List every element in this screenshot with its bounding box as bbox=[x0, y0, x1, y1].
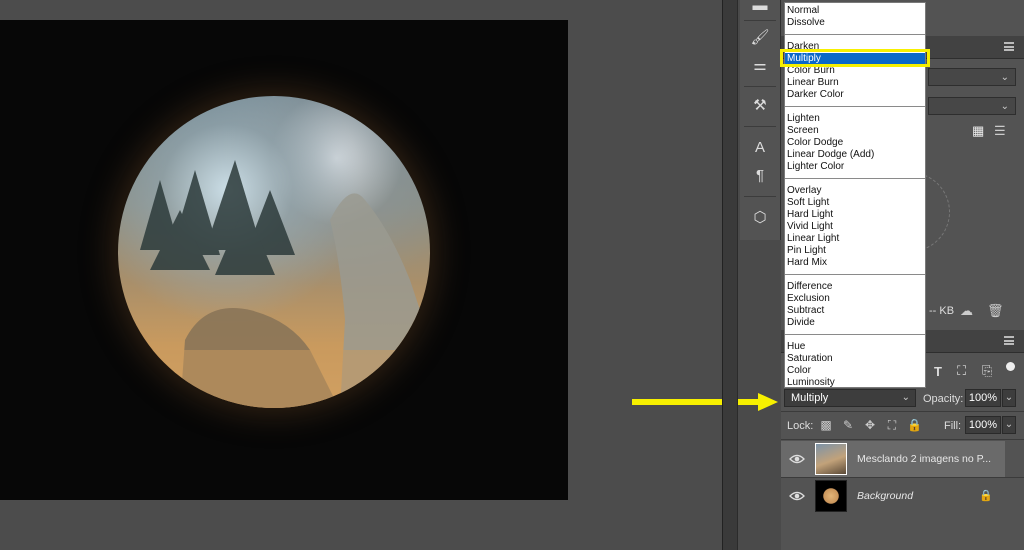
divider bbox=[781, 411, 1024, 412]
lock-transparent-icon[interactable]: ▩ bbox=[819, 418, 833, 432]
tool-preset-icon[interactable]: ⚌ bbox=[740, 54, 780, 78]
divider bbox=[781, 439, 1024, 440]
chevron-down-icon: ⌄ bbox=[901, 392, 910, 403]
blend-mode-option[interactable]: Lighten bbox=[785, 113, 925, 125]
blend-mode-select[interactable]: Multiply ⌄ bbox=[784, 389, 916, 407]
tool-separator bbox=[744, 20, 776, 21]
blend-mode-option[interactable]: Screen bbox=[785, 125, 925, 137]
layer-name[interactable]: Mesclando 2 imagens no P... bbox=[857, 453, 991, 465]
yellow-arrow-icon bbox=[632, 393, 778, 411]
lock-pixels-icon[interactable]: ✎ bbox=[841, 418, 855, 432]
layers-menu-icon[interactable] bbox=[1004, 336, 1014, 345]
blend-mode-option[interactable]: Pin Light bbox=[785, 245, 925, 257]
panel-divider[interactable] bbox=[722, 0, 738, 550]
chevron-down-icon: ⌄ bbox=[1000, 101, 1009, 112]
blend-mode-option[interactable]: Darker Color bbox=[785, 89, 925, 101]
panel-icon-strip: ▬ 🖌 ⚌ ⚒ A ¶ ⬡ bbox=[740, 0, 781, 240]
paragraph-icon[interactable]: ¶ bbox=[740, 164, 780, 188]
layers-panel-footer bbox=[781, 512, 1024, 550]
cloud-icon[interactable]: ☁ bbox=[960, 303, 973, 319]
panel-select[interactable]: ⌄ bbox=[928, 68, 1016, 86]
tool-separator bbox=[744, 86, 776, 87]
clone-source-icon[interactable]: ⚒ bbox=[740, 94, 780, 118]
shape-filter-icon[interactable]: ⛶ bbox=[957, 363, 966, 379]
blend-mode-option[interactable]: Vivid Light bbox=[785, 221, 925, 233]
lock-label: Lock: bbox=[787, 420, 814, 432]
opacity-label: Opacity: bbox=[923, 393, 964, 405]
lock-all-icon[interactable]: 🔒 bbox=[907, 418, 922, 432]
type-filter-icon[interactable]: T bbox=[934, 364, 942, 379]
tool-separator bbox=[744, 126, 776, 127]
blend-mode-option[interactable]: Divide bbox=[785, 317, 925, 329]
library-size-text: -- KB bbox=[929, 305, 955, 317]
menu-separator bbox=[785, 106, 925, 107]
wolves-artwork bbox=[118, 160, 430, 408]
blend-mode-option[interactable]: Hard Light bbox=[785, 209, 925, 221]
smart-object-filter-icon[interactable]: ⎘ bbox=[982, 363, 992, 379]
panel-menu-icon[interactable] bbox=[1004, 42, 1014, 51]
list-view-icon[interactable]: ☰ bbox=[994, 124, 1008, 138]
lock-position-icon[interactable]: ✥ bbox=[863, 418, 877, 432]
blend-mode-option[interactable]: Exclusion bbox=[785, 293, 925, 305]
blend-mode-option[interactable]: Dissolve bbox=[785, 17, 925, 29]
chevron-down-icon: ⌄ bbox=[1000, 72, 1009, 83]
opacity-dropdown-icon[interactable]: ⌄ bbox=[1002, 389, 1016, 407]
character-icon[interactable]: A bbox=[740, 136, 780, 160]
blend-mode-option[interactable]: Linear Light bbox=[785, 233, 925, 245]
layer-thumbnail bbox=[815, 443, 847, 475]
highlight-box bbox=[780, 49, 930, 67]
document-workspace bbox=[0, 0, 778, 550]
blend-mode-option[interactable]: Lighter Color bbox=[785, 161, 925, 173]
menu-separator bbox=[785, 178, 925, 179]
opacity-input[interactable]: 100% bbox=[965, 389, 1001, 407]
trash-icon[interactable]: 🗑 bbox=[987, 303, 1004, 319]
fill-input[interactable]: 100% bbox=[965, 416, 1001, 434]
panel-icon-top[interactable]: ▬ bbox=[740, 0, 780, 18]
grid-view-icon[interactable]: ▦ bbox=[972, 124, 986, 138]
blend-mode-option[interactable]: Linear Dodge (Add) bbox=[785, 149, 925, 161]
blend-mode-option[interactable]: Color bbox=[785, 365, 925, 377]
eye-icon[interactable] bbox=[789, 488, 805, 504]
tool-separator bbox=[744, 196, 776, 197]
fill-dropdown-icon[interactable]: ⌄ bbox=[1002, 416, 1016, 434]
layer-row[interactable]: Background 🔒 bbox=[781, 478, 1005, 514]
panel-select[interactable]: ⌄ bbox=[928, 97, 1016, 115]
lock-icon: 🔒 bbox=[979, 490, 993, 502]
menu-separator bbox=[785, 34, 925, 35]
eye-icon[interactable] bbox=[789, 451, 805, 467]
blend-mode-option[interactable]: Overlay bbox=[785, 185, 925, 197]
menu-separator bbox=[785, 334, 925, 335]
layer-name[interactable]: Background bbox=[857, 490, 913, 502]
3d-cube-icon[interactable]: ⬡ bbox=[740, 206, 780, 230]
blend-mode-option[interactable]: Difference bbox=[785, 281, 925, 293]
blend-mode-option[interactable]: Saturation bbox=[785, 353, 925, 365]
menu-separator bbox=[785, 274, 925, 275]
blend-mode-value: Multiply bbox=[791, 392, 829, 404]
canvas[interactable] bbox=[0, 20, 568, 500]
brush-preset-icon[interactable]: 🖌 bbox=[740, 26, 780, 50]
blend-mode-option[interactable]: Subtract bbox=[785, 305, 925, 317]
blend-mode-option[interactable]: Luminosity bbox=[785, 377, 925, 387]
blend-mode-option[interactable]: Linear Burn bbox=[785, 77, 925, 89]
layer-thumbnail bbox=[815, 480, 847, 512]
blend-mode-option[interactable]: Normal bbox=[785, 5, 925, 17]
layer-row[interactable]: Mesclando 2 imagens no P... bbox=[781, 441, 1005, 477]
lock-artboard-icon[interactable]: ⛶ bbox=[885, 418, 899, 432]
fill-label: Fill: bbox=[944, 420, 962, 432]
blend-mode-option[interactable]: Hard Mix bbox=[785, 257, 925, 269]
blend-mode-option[interactable]: Soft Light bbox=[785, 197, 925, 209]
filter-toggle-icon[interactable] bbox=[1006, 362, 1015, 371]
blend-mode-option[interactable]: Color Dodge bbox=[785, 137, 925, 149]
blend-mode-option[interactable]: Hue bbox=[785, 341, 925, 353]
